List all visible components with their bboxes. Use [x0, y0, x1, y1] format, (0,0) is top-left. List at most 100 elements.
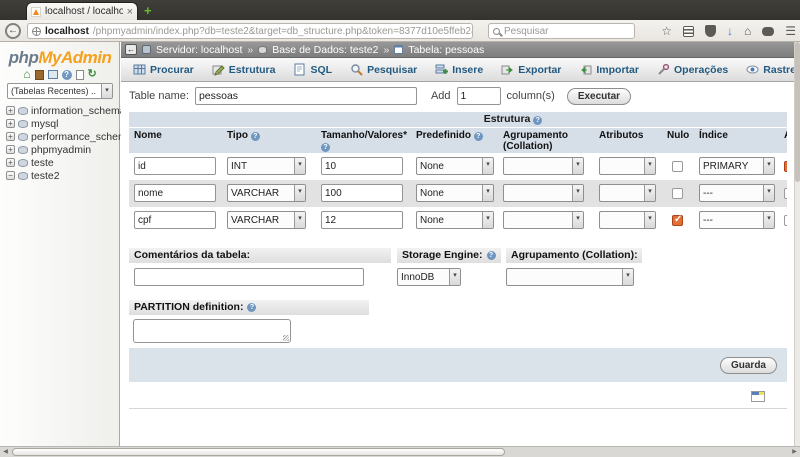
- table-tabs: Procurar Estrutura SQL Pesquisar Insere: [121, 58, 794, 82]
- storage-engine-select[interactable]: InnoDB ▾: [397, 268, 461, 286]
- horizontal-scrollbar-thumb[interactable]: [12, 448, 505, 456]
- help-icon[interactable]: ?: [533, 116, 543, 125]
- nav-home-icon[interactable]: ⌂: [23, 68, 30, 80]
- help-icon[interactable]: ?: [473, 132, 483, 141]
- home-icon[interactable]: ⌂: [744, 23, 751, 39]
- tab-structure[interactable]: Estrutura: [206, 61, 282, 78]
- nav-sql-window-icon[interactable]: [47, 70, 58, 79]
- length-input[interactable]: [321, 157, 403, 175]
- url-bar[interactable]: localhost /phpmyadmin/index.php?db=teste…: [27, 23, 473, 39]
- tree-item-performance-schema[interactable]: + performance_schema: [6, 130, 133, 143]
- tree-item-phpmyadmin[interactable]: + phpmyadmin: [6, 143, 133, 156]
- hello-icon[interactable]: [762, 26, 775, 36]
- default-select[interactable]: None ▾: [416, 184, 494, 202]
- table-name-input[interactable]: [194, 87, 417, 105]
- downloads-icon[interactable]: ↓: [727, 23, 733, 39]
- tab-operations[interactable]: Operações: [651, 61, 734, 78]
- horizontal-scrollbar[interactable]: ◀ ▶: [0, 446, 800, 457]
- tree-item-teste2[interactable]: − teste2: [6, 169, 133, 182]
- close-tab-icon[interactable]: ×: [127, 6, 133, 17]
- tab-tracking[interactable]: Rastreando: [740, 61, 794, 78]
- recent-tables-select[interactable]: (Tabelas Recentes) .. ▾: [7, 83, 113, 99]
- breadcrumb-table[interactable]: Tabela: pessoas: [408, 44, 484, 56]
- back-button[interactable]: ←: [5, 23, 21, 39]
- vertical-scrollbar-thumb[interactable]: [795, 42, 800, 182]
- default-select[interactable]: None ▾: [416, 211, 494, 229]
- partition-textarea[interactable]: [133, 319, 291, 343]
- phpmyadmin-logo[interactable]: phpMyAdmin: [0, 48, 120, 68]
- collation-select[interactable]: ▾: [503, 184, 584, 202]
- tab-browse[interactable]: Procurar: [127, 61, 200, 78]
- null-checkbox[interactable]: [672, 161, 683, 172]
- scroll-right-icon[interactable]: ▶: [789, 447, 800, 457]
- expand-icon[interactable]: +: [6, 145, 15, 154]
- expand-icon[interactable]: +: [6, 106, 15, 115]
- expand-icon[interactable]: +: [6, 158, 15, 167]
- add-columns-input[interactable]: [456, 87, 501, 105]
- console-window-icon[interactable]: [751, 391, 765, 402]
- import-icon: [581, 65, 592, 75]
- tab-export[interactable]: Exportar: [495, 61, 567, 78]
- type-select[interactable]: VARCHAR ▾: [227, 184, 306, 202]
- column-name-input[interactable]: [134, 157, 216, 175]
- null-checkbox[interactable]: [672, 188, 683, 199]
- type-select[interactable]: VARCHAR ▾: [227, 211, 306, 229]
- bookmarks-icon[interactable]: [682, 25, 694, 37]
- tab-search[interactable]: Pesquisar: [344, 61, 423, 78]
- table-comments-input[interactable]: [134, 268, 364, 286]
- index-select[interactable]: PRIMARY ▾: [699, 157, 775, 175]
- expand-icon[interactable]: +: [6, 132, 15, 141]
- length-input[interactable]: [321, 184, 403, 202]
- index-select[interactable]: --- ▾: [699, 184, 775, 202]
- help-icon[interactable]: ?: [486, 251, 496, 260]
- table-collation-select[interactable]: ▾: [506, 268, 634, 286]
- browser-toolbar: ← localhost /phpmyadmin/index.php?db=tes…: [0, 20, 800, 42]
- expand-icon[interactable]: +: [6, 119, 15, 128]
- attributes-select[interactable]: ▾: [599, 157, 656, 175]
- nav-help-icon[interactable]: ?: [61, 69, 72, 80]
- search-input[interactable]: [504, 25, 614, 37]
- new-tab-button[interactable]: +: [144, 3, 152, 18]
- vertical-scrollbar[interactable]: [794, 42, 800, 446]
- bookmark-star-icon[interactable]: ☆: [661, 23, 672, 39]
- browser-tab[interactable]: localhost / localhost... ×: [26, 2, 138, 20]
- nav-docs-icon[interactable]: [75, 69, 84, 80]
- tree-item-teste[interactable]: + teste: [6, 156, 133, 169]
- collapse-icon[interactable]: −: [6, 171, 15, 180]
- column-name-input[interactable]: [134, 184, 216, 202]
- breadcrumb-database[interactable]: Base de Dados: teste2: [272, 44, 378, 56]
- auto-increment-checkbox[interactable]: [784, 160, 787, 172]
- scroll-left-icon[interactable]: ◀: [0, 447, 11, 457]
- auto-increment-checkbox[interactable]: [784, 215, 787, 226]
- attributes-select[interactable]: ▾: [599, 184, 656, 202]
- help-icon[interactable]: ?: [247, 303, 257, 312]
- column-row-id: INT▾ None▾ ▾ ▾ PRIMARY▾: [129, 153, 787, 180]
- tree-item-information-schema[interactable]: + information_schema: [6, 104, 133, 117]
- nav-refresh-icon[interactable]: ↻: [88, 69, 97, 80]
- auto-increment-checkbox[interactable]: [784, 188, 787, 199]
- type-select[interactable]: INT ▾: [227, 157, 306, 175]
- save-button[interactable]: Guarda: [719, 357, 777, 374]
- breadcrumb-server[interactable]: Servidor: localhost: [156, 44, 242, 56]
- help-icon[interactable]: ?: [250, 132, 260, 141]
- menu-icon[interactable]: ☰: [785, 23, 796, 39]
- nav-logout-icon[interactable]: [34, 69, 44, 80]
- index-select[interactable]: --- ▾: [699, 211, 775, 229]
- default-select[interactable]: None ▾: [416, 157, 494, 175]
- breadcrumb-back-icon[interactable]: ←: [125, 44, 137, 55]
- pocket-icon[interactable]: [704, 25, 716, 37]
- operations-icon: [658, 63, 670, 75]
- browser-search[interactable]: [488, 23, 635, 39]
- tab-insert[interactable]: Insere: [429, 61, 489, 78]
- tab-sql[interactable]: SQL: [287, 61, 338, 78]
- collation-select[interactable]: ▾: [503, 157, 584, 175]
- tab-import[interactable]: Importar: [573, 61, 645, 78]
- execute-button[interactable]: Executar: [566, 87, 632, 105]
- column-name-input[interactable]: [134, 211, 216, 229]
- null-checkbox[interactable]: [672, 214, 683, 226]
- length-input[interactable]: [321, 211, 403, 229]
- attributes-select[interactable]: ▾: [599, 211, 656, 229]
- help-icon[interactable]: ?: [321, 143, 330, 152]
- collation-select[interactable]: ▾: [503, 211, 584, 229]
- tree-item-mysql[interactable]: + mysql: [6, 117, 133, 130]
